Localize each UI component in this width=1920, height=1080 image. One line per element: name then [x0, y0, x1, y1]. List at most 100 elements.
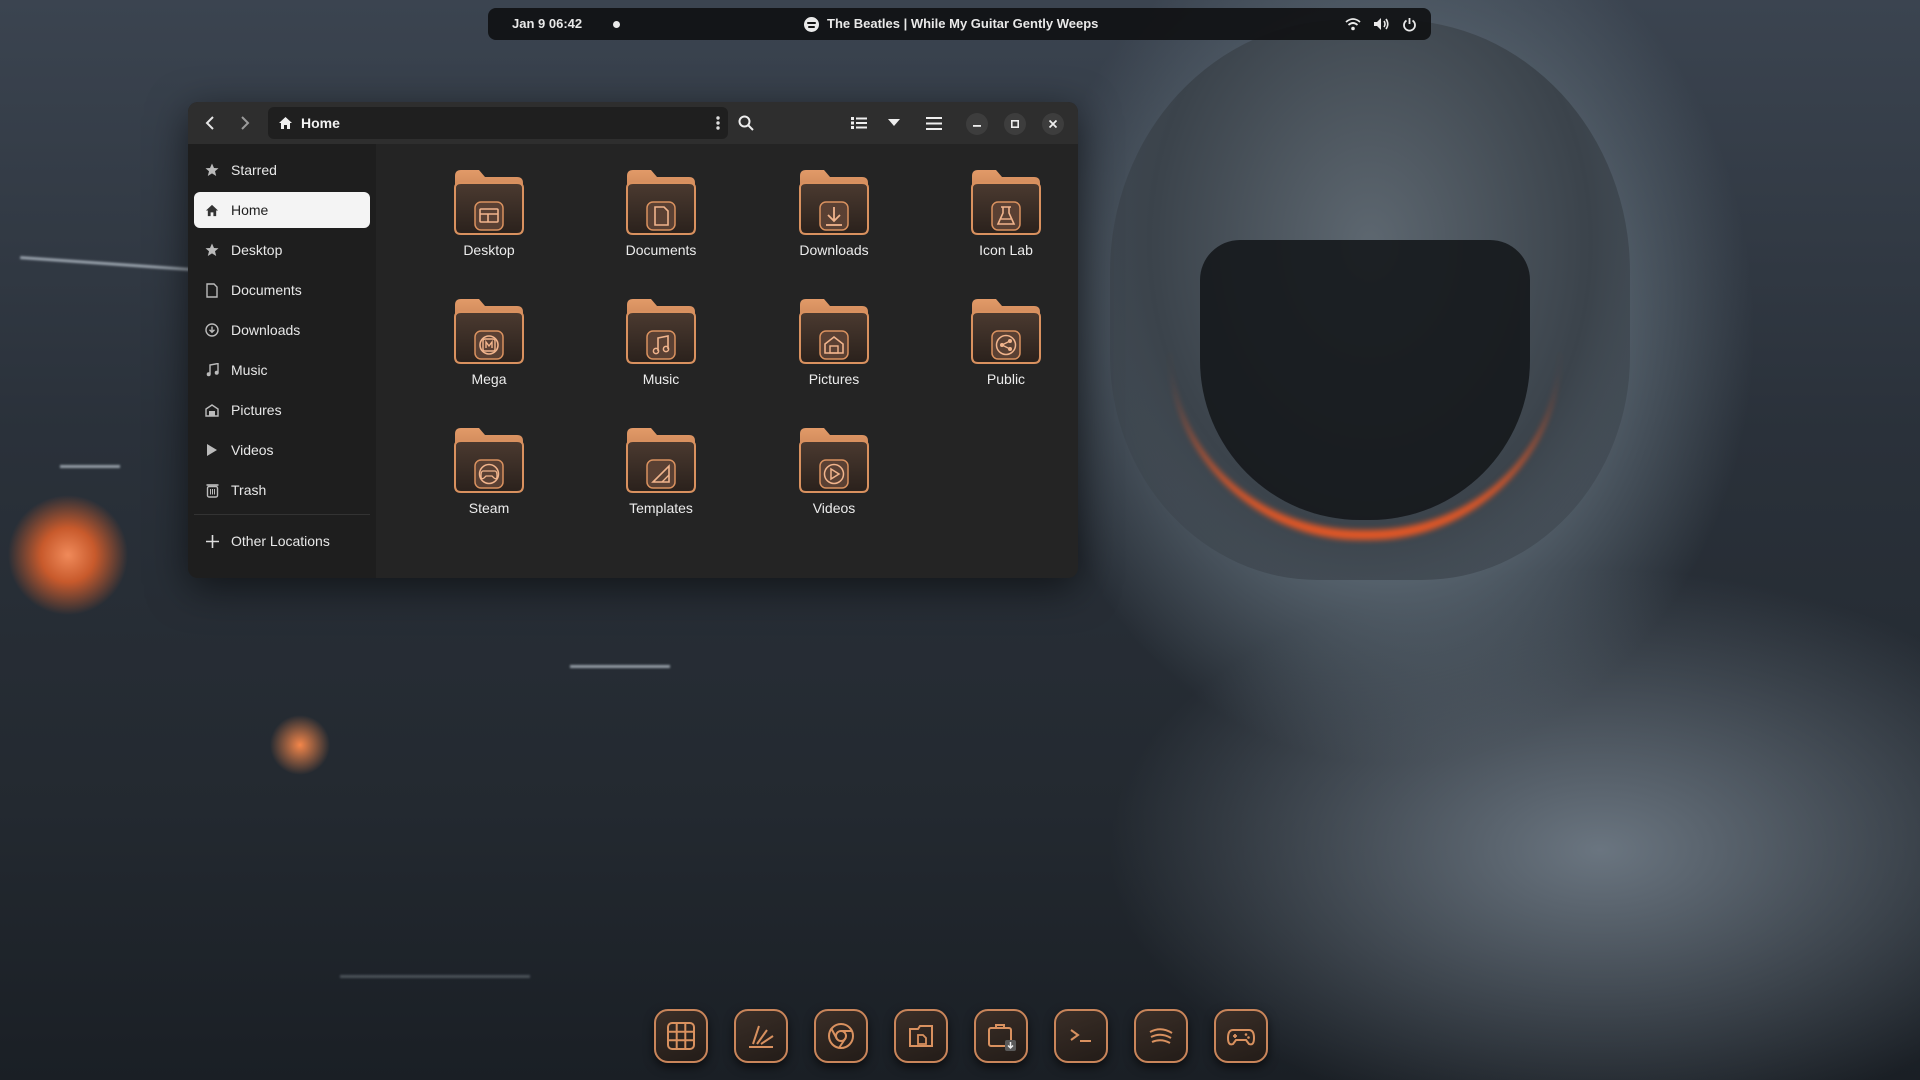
mega-emblem-icon: [474, 330, 504, 360]
software-store-button[interactable]: [974, 1009, 1028, 1063]
sidebar-item-label: Trash: [231, 482, 267, 498]
sidebar-item-desktop[interactable]: Desktop: [194, 232, 370, 268]
games-button[interactable]: [1214, 1009, 1268, 1063]
download-icon: [203, 323, 221, 337]
document-emblem-icon: [646, 201, 676, 231]
path-label: Home: [301, 115, 340, 131]
sidebar-item-label: Music: [231, 362, 268, 378]
sidebar-item-label: Other Locations: [231, 533, 330, 549]
folder-name: Icon Lab: [979, 242, 1033, 258]
pictures-emblem-icon: [819, 330, 849, 360]
folder-icon: [799, 299, 869, 364]
app-grid-button[interactable]: [654, 1009, 708, 1063]
minimize-button[interactable]: [966, 113, 988, 135]
share-emblem-icon: [991, 330, 1021, 360]
folder-name: Downloads: [799, 242, 869, 258]
folder-name: Music: [642, 371, 680, 387]
view-options-button[interactable]: [880, 109, 908, 137]
folder-videos[interactable]: Videos: [759, 412, 909, 532]
star-icon: [203, 163, 221, 177]
sidebar-item-pictures[interactable]: Pictures: [194, 392, 370, 428]
header-bar: Home: [188, 102, 1078, 144]
sidebar-item-label: Desktop: [231, 242, 283, 258]
drawing-app-icon: [749, 1025, 774, 1048]
browser-button[interactable]: [814, 1009, 868, 1063]
terminal-button[interactable]: [1054, 1009, 1108, 1063]
close-button[interactable]: [1042, 113, 1064, 135]
clock[interactable]: Jan 9 06:42: [512, 8, 582, 40]
drawing-app-button[interactable]: [734, 1009, 788, 1063]
folder-name: Templates: [629, 500, 693, 516]
forward-button[interactable]: [230, 109, 258, 137]
chevron-down-icon: [888, 119, 900, 126]
volume-icon: [1374, 18, 1389, 30]
main-menu-button[interactable]: [920, 109, 948, 137]
plus-icon: [203, 534, 221, 548]
folder-name: Pictures: [808, 371, 860, 387]
software-store-icon: [988, 1024, 1016, 1051]
sidebar: Starred Home Desktop Documents Downloads…: [188, 144, 376, 578]
star-icon: [203, 243, 221, 257]
sidebar-item-label: Pictures: [231, 402, 282, 418]
files-icon: [909, 1025, 933, 1047]
sidebar-item-downloads[interactable]: Downloads: [194, 312, 370, 348]
back-button[interactable]: [197, 109, 225, 137]
sidebar-item-music[interactable]: Music: [194, 352, 370, 388]
folder-public[interactable]: Public: [931, 283, 1078, 403]
folder-icon: [971, 170, 1041, 235]
folder-desktop[interactable]: Desktop: [414, 154, 564, 274]
sidebar-item-label: Downloads: [231, 322, 301, 338]
maximize-button[interactable]: [1004, 113, 1026, 135]
list-view-icon: [851, 117, 867, 129]
sidebar-item-videos[interactable]: Videos: [194, 432, 370, 468]
media-indicator[interactable]: The Beatles | While My Guitar Gently Wee…: [804, 8, 1098, 40]
folder-documents[interactable]: Documents: [586, 154, 736, 274]
folder-grid: Desktop Documents Downloads Icon Lab Meg…: [376, 144, 1078, 578]
kebab-menu-icon[interactable]: [716, 116, 720, 130]
folder-icon-lab[interactable]: Icon Lab: [931, 154, 1078, 274]
browser-icon: [828, 1023, 854, 1049]
minimize-icon: [973, 125, 981, 127]
folder-name: Steam: [468, 500, 510, 516]
media-title: The Beatles | While My Guitar Gently Wee…: [827, 16, 1099, 31]
sidebar-item-label: Starred: [231, 162, 277, 178]
spotify-icon: [804, 16, 819, 32]
folder-music[interactable]: Music: [586, 283, 736, 403]
sidebar-item-documents[interactable]: Documents: [194, 272, 370, 308]
folder-steam[interactable]: Steam: [414, 412, 564, 532]
folder-name: Videos: [812, 500, 856, 516]
sidebar-item-label: Home: [231, 202, 269, 218]
file-manager-window: Home Starred Home Desktop Documents Down…: [188, 102, 1078, 578]
search-button[interactable]: [732, 109, 760, 137]
folder-name: Mega: [471, 371, 507, 387]
play-emblem-icon: [819, 459, 849, 489]
sidebar-item-home[interactable]: Home: [194, 192, 370, 228]
flask-emblem-icon: [991, 201, 1021, 231]
folder-icon: [799, 428, 869, 493]
sidebar-item-label: Documents: [231, 282, 302, 298]
home-icon: [203, 204, 221, 217]
folder-templates[interactable]: Templates: [586, 412, 736, 532]
home-icon: [279, 117, 292, 129]
play-icon: [203, 443, 221, 457]
files-button[interactable]: [894, 1009, 948, 1063]
sidebar-item-starred[interactable]: Starred: [194, 152, 370, 188]
folder-pictures[interactable]: Pictures: [759, 283, 909, 403]
music-emblem-icon: [646, 330, 676, 360]
close-icon: [1049, 120, 1057, 128]
chevron-left-icon: [205, 116, 214, 130]
list-view-button[interactable]: [845, 109, 873, 137]
folder-name: Documents: [625, 242, 697, 258]
music-icon: [203, 363, 221, 377]
sidebar-item-other-locations[interactable]: Other Locations: [194, 523, 370, 559]
download-emblem-icon: [819, 201, 849, 231]
folder-mega[interactable]: Mega: [414, 283, 564, 403]
document-icon: [203, 282, 221, 298]
folder-downloads[interactable]: Downloads: [759, 154, 909, 274]
music-player-button[interactable]: [1134, 1009, 1188, 1063]
pictures-icon: [203, 403, 221, 417]
sidebar-item-trash[interactable]: Trash: [194, 472, 370, 508]
path-bar[interactable]: Home: [268, 107, 728, 139]
sidebar-divider: [194, 514, 370, 515]
system-tray[interactable]: [1345, 8, 1417, 40]
